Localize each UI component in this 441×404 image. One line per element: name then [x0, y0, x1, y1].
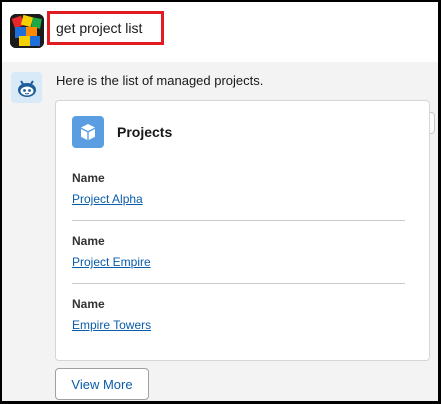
bot-message-area: Here is the list of managed projects. Pr…	[2, 62, 438, 401]
user-message-row: get project list	[2, 2, 438, 62]
card-title: Projects	[117, 124, 173, 140]
record-link-project-alpha[interactable]: Project Alpha	[72, 192, 143, 206]
record-label: Name	[72, 234, 105, 248]
chat-window: get project list Here is the list of man…	[0, 0, 441, 404]
record-label: Name	[72, 297, 105, 311]
projects-card: Projects Name Project Alpha Name Project…	[55, 100, 430, 361]
divider	[72, 283, 405, 284]
cube-icon	[72, 116, 104, 148]
card-header: Projects	[72, 116, 172, 148]
record-link-project-empire[interactable]: Project Empire	[72, 255, 151, 269]
record-label: Name	[72, 171, 105, 185]
record-item: Name Empire Towers	[72, 297, 405, 334]
bot-message-text: Here is the list of managed projects.	[56, 73, 264, 88]
record-item: Name Project Alpha	[72, 171, 405, 208]
divider	[72, 220, 405, 221]
record-link-empire-towers[interactable]: Empire Towers	[72, 318, 151, 332]
view-more-button[interactable]: View More	[55, 368, 149, 400]
bot-face-graphic	[17, 79, 36, 97]
colorful-cube-logo-icon	[10, 14, 44, 48]
record-item: Name Project Empire	[72, 234, 405, 271]
cube-logo-graphic	[10, 14, 44, 48]
user-query-text: get project list	[47, 11, 164, 45]
cube-graphic	[81, 124, 95, 140]
bot-face-icon	[11, 72, 42, 103]
